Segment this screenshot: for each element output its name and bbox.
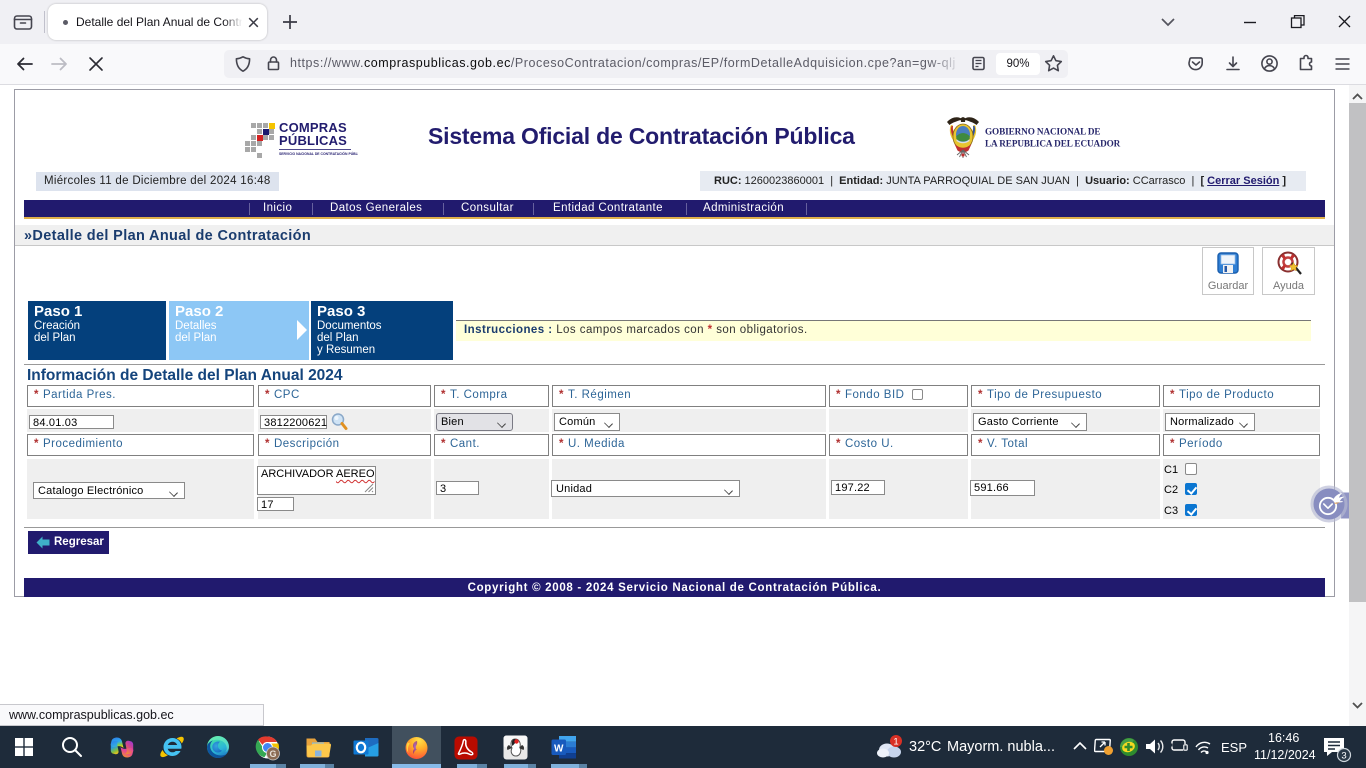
- svg-text:3: 3: [1341, 751, 1346, 762]
- svg-text:GOBIERNO NACIONAL DE: GOBIERNO NACIONAL DE: [985, 127, 1100, 137]
- svg-text:G: G: [269, 749, 276, 759]
- svg-text:1: 1: [893, 737, 898, 748]
- svg-text:SERVICIO NACIONAL DE CONTRATAC: SERVICIO NACIONAL DE CONTRATACIÓN PÚBLIC…: [279, 151, 358, 156]
- svg-text:PÚBLICAS: PÚBLICAS: [279, 133, 347, 148]
- svg-text:LA REPUBLICA DEL ECUADOR: LA REPUBLICA DEL ECUADOR: [985, 139, 1121, 149]
- svg-text:W: W: [554, 744, 564, 755]
